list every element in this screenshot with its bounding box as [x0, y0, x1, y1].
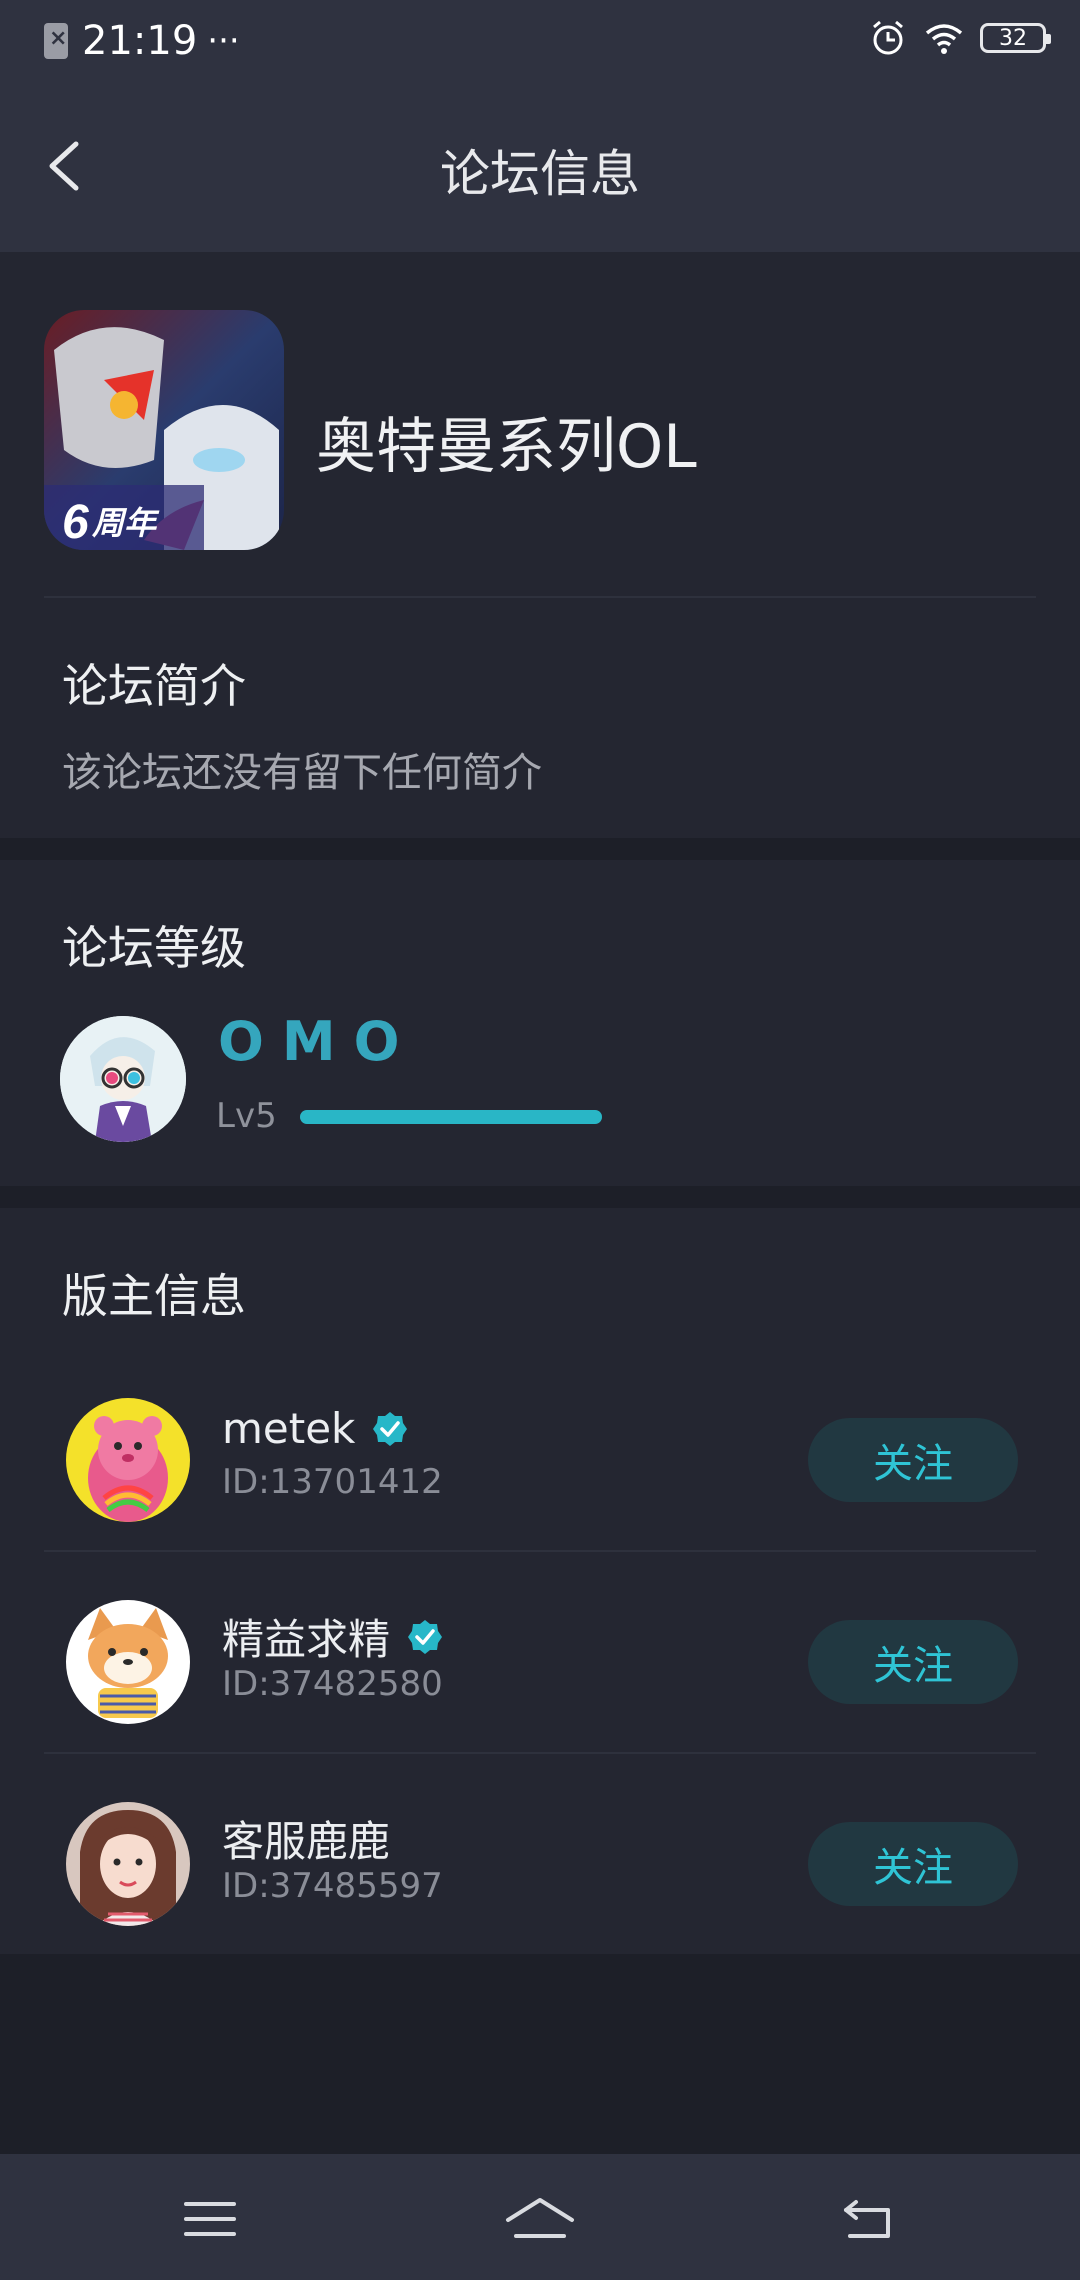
level-brand: OMO	[218, 1010, 418, 1073]
status-bar: 21:19 ··· 32	[0, 0, 1080, 84]
home-icon[interactable]	[502, 2194, 578, 2244]
intro-title: 论坛简介	[62, 659, 246, 713]
divider	[44, 1550, 1036, 1552]
svg-text:6: 6	[62, 496, 89, 549]
forum-logo: 6 周年	[44, 310, 284, 550]
divider	[44, 596, 1036, 598]
follow-button[interactable]: 关注	[808, 1620, 1018, 1704]
divider	[44, 1752, 1036, 1754]
battery-icon: 32	[980, 23, 1051, 53]
wifi-icon	[925, 24, 963, 54]
status-time: 21:19	[82, 18, 198, 64]
forum-name: 奥特曼系列OL	[316, 412, 697, 482]
alarm-icon	[873, 20, 903, 55]
page-title: 论坛信息	[440, 145, 640, 203]
moderator-name: 精益求精	[222, 1606, 444, 1667]
level-title: 论坛等级	[62, 921, 246, 975]
sim-card-icon	[44, 23, 68, 59]
status-right: 32	[868, 18, 1051, 58]
follow-button[interactable]: 关注	[808, 1418, 1018, 1502]
system-nav-bar	[0, 2154, 1080, 2280]
svg-text:周年: 周年	[91, 504, 160, 542]
forum-info-section: 6 周年 奥特曼系列OL 论坛简介 该论坛还没有留下任何简介	[0, 252, 1080, 838]
verified-badge-icon	[408, 1619, 443, 1654]
moderators-title: 版主信息	[62, 1269, 246, 1323]
avatar[interactable]	[66, 1802, 190, 1926]
moderator-row[interactable]: 客服鹿鹿 ID:37485597 关注	[0, 1762, 1080, 1964]
back-nav-icon[interactable]	[838, 2194, 898, 2244]
moderator-name: metek	[222, 1404, 409, 1453]
level-progress-fill	[300, 1110, 602, 1124]
forum-level-section: 论坛等级 OMO Lv5	[0, 860, 1080, 1186]
moderator-name: 客服鹿鹿	[222, 1817, 391, 1866]
follow-button[interactable]: 关注	[808, 1822, 1018, 1906]
level-label: Lv5	[216, 1096, 277, 1136]
status-more-dots: ···	[207, 21, 240, 61]
moderator-id: ID:13701412	[222, 1462, 443, 1502]
moderators-section: 版主信息 metek ID:13701412 关注 精益求精 ID:374825…	[0, 1208, 1080, 1954]
app-header: 论坛信息	[0, 84, 1080, 252]
avatar[interactable]	[66, 1398, 190, 1522]
level-progress-bar	[300, 1110, 602, 1124]
level-avatar	[60, 1016, 186, 1142]
moderator-row[interactable]: metek ID:13701412 关注	[0, 1358, 1080, 1560]
moderator-row[interactable]: 精益求精 ID:37482580 关注	[0, 1560, 1080, 1762]
verified-badge-icon	[373, 1411, 408, 1446]
moderator-id: ID:37485597	[222, 1866, 443, 1906]
avatar[interactable]	[66, 1600, 190, 1724]
menu-icon[interactable]	[180, 2194, 240, 2244]
intro-text: 该论坛还没有留下任何简介	[62, 750, 542, 796]
status-left: 21:19 ···	[44, 18, 240, 64]
moderator-id: ID:37482580	[222, 1664, 443, 1704]
